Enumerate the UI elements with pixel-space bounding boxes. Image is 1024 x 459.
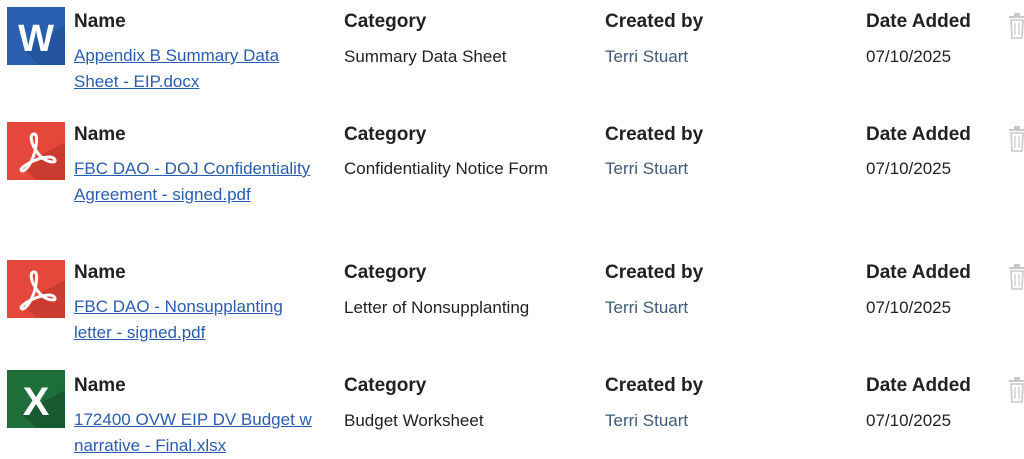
created-by-value: Terri Stuart — [605, 159, 689, 178]
word-file-icon[interactable]: W — [7, 7, 65, 65]
date-added-value: 07/10/2025 — [866, 298, 952, 317]
created-by-header: Created by — [605, 124, 704, 145]
created-by-header: Created by — [605, 11, 704, 32]
document-row: Name FBC DAO - Nonsupplanting letter - s… — [0, 248, 1024, 358]
category-value: Letter of Nonsupplanting — [344, 298, 530, 317]
excel-icon-letter: X — [23, 380, 50, 424]
category-value: Confidentiality Notice Form — [344, 159, 549, 178]
word-icon-letter: W — [18, 18, 54, 60]
category-value: Summary Data Sheet — [344, 47, 507, 66]
document-row: X Name 172400 OVW EIP DV Budget w narrat… — [0, 358, 1024, 455]
category-value: Budget Worksheet — [344, 411, 484, 430]
date-added-header: Date Added — [866, 262, 971, 283]
created-by-header: Created by — [605, 375, 704, 396]
document-name-link[interactable]: FBC DAO - DOJ Confidentiality Agreement … — [74, 156, 319, 208]
date-added-header: Date Added — [866, 375, 971, 396]
date-added-header: Date Added — [866, 11, 971, 32]
created-by-value: Terri Stuart — [605, 298, 689, 317]
date-added-value: 07/10/2025 — [866, 159, 952, 178]
name-header: Name — [74, 124, 126, 145]
created-by-header: Created by — [605, 262, 704, 283]
name-header: Name — [74, 375, 126, 396]
document-row: W Name Appendix B Summary Data Sheet - E… — [0, 0, 1024, 110]
name-header: Name — [74, 262, 126, 283]
document-row: Name FBC DAO - DOJ Confidentiality Agree… — [0, 110, 1024, 248]
pdf-file-icon[interactable] — [7, 122, 65, 180]
category-header: Category — [344, 262, 427, 283]
excel-file-icon[interactable]: X — [7, 370, 65, 428]
date-added-value: 07/10/2025 — [866, 411, 952, 430]
category-header: Category — [344, 375, 427, 396]
pdf-file-icon[interactable] — [7, 260, 65, 318]
date-added-value: 07/10/2025 — [866, 47, 952, 66]
created-by-value: Terri Stuart — [605, 47, 689, 66]
name-header: Name — [74, 11, 126, 32]
category-header: Category — [344, 11, 427, 32]
delete-trash-icon[interactable] — [1006, 126, 1024, 152]
created-by-value: Terri Stuart — [605, 411, 689, 430]
delete-trash-icon[interactable] — [1006, 13, 1024, 39]
delete-trash-icon[interactable] — [1006, 377, 1024, 403]
document-name-link[interactable]: FBC DAO - Nonsupplanting letter - signed… — [74, 294, 319, 346]
delete-trash-icon[interactable] — [1006, 264, 1024, 290]
document-name-link[interactable]: 172400 OVW EIP DV Budget w narrative - F… — [74, 407, 319, 459]
date-added-header: Date Added — [866, 124, 971, 145]
document-name-link[interactable]: Appendix B Summary Data Sheet - EIP.docx — [74, 43, 319, 95]
category-header: Category — [344, 124, 427, 145]
